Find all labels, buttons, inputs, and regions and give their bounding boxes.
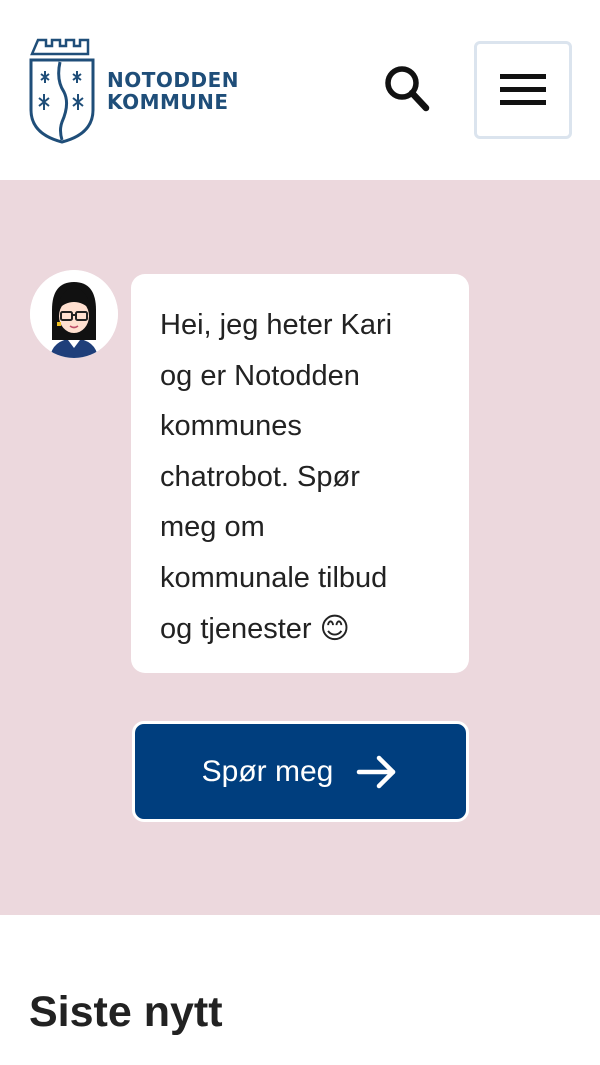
chatbot-section: Hei, jeg heter Kari og er Notodden kommu… bbox=[0, 180, 600, 915]
hamburger-menu-icon bbox=[500, 74, 546, 105]
site-header: NOTODDEN KOMMUNE bbox=[0, 0, 600, 180]
chatbot-avatar bbox=[30, 270, 118, 358]
ask-me-button[interactable]: Spør meg bbox=[132, 721, 469, 822]
chatbot-avatar-icon bbox=[30, 270, 118, 358]
search-icon bbox=[385, 66, 430, 112]
ask-me-button-label: Spør meg bbox=[201, 754, 334, 788]
chatbot-greeting-message: Hei, jeg heter Kari og er Notodden kommu… bbox=[131, 274, 469, 673]
menu-button[interactable] bbox=[474, 41, 572, 139]
municipality-logo[interactable]: NOTODDEN KOMMUNE bbox=[27, 38, 239, 144]
news-section: Siste nytt bbox=[0, 915, 600, 1065]
logo-line-1: NOTODDEN bbox=[107, 68, 239, 92]
arrow-right-icon bbox=[357, 755, 396, 788]
logo-wordmark: NOTODDEN KOMMUNE bbox=[107, 69, 239, 113]
news-heading: Siste nytt bbox=[29, 988, 223, 1036]
search-button[interactable] bbox=[380, 62, 436, 118]
coat-of-arms-icon bbox=[29, 38, 95, 144]
logo-line-2: KOMMUNE bbox=[107, 90, 229, 114]
